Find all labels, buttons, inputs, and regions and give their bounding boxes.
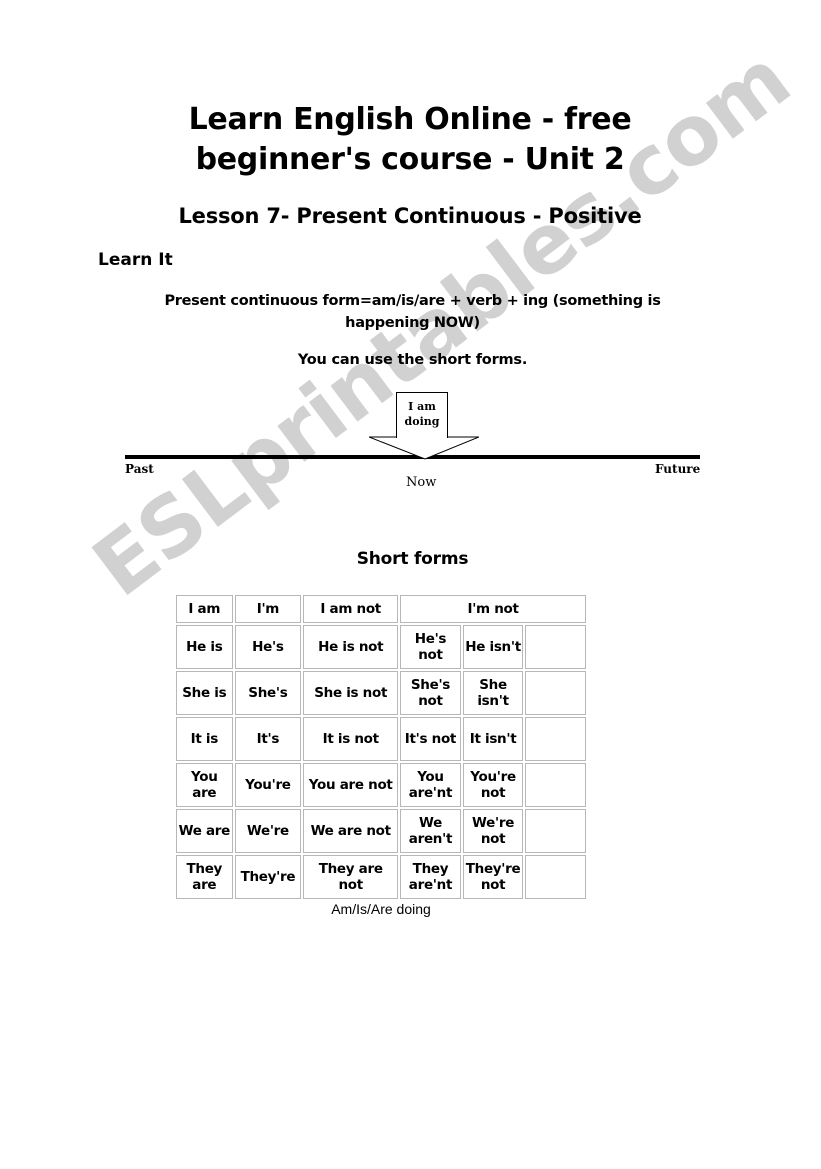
table-cell <box>525 717 586 761</box>
table-cell: We're not <box>462 809 524 853</box>
table-cell: You are <box>176 763 233 807</box>
page-title: Learn English Online - free beginner's c… <box>188 102 632 177</box>
table-cell: She's not <box>400 671 461 715</box>
table-cell: We are <box>176 809 233 853</box>
timeline-future-label: Future <box>655 462 701 476</box>
timeline-diagram: I am doing Past Future Now <box>0 380 821 490</box>
table-cell <box>525 855 586 899</box>
table-cell: It is not <box>303 717 399 761</box>
learn-it-heading: Learn It <box>98 250 173 270</box>
table-cell: They're not <box>462 855 524 899</box>
table-cell: She isn't <box>462 671 524 715</box>
table-cell: You're not <box>462 763 524 807</box>
table-cell <box>525 809 586 853</box>
table-cell: He is <box>176 625 233 669</box>
table-cell: It's not <box>400 717 461 761</box>
table-row: They are They're They are not They are'nt Th… <box>176 855 586 899</box>
table-cell: It's <box>234 717 302 761</box>
header-cell-im: I'm <box>234 595 302 623</box>
table-cell: They are not <box>303 855 399 899</box>
short-forms-note: You can use the short forms. <box>297 352 528 368</box>
short-forms-table: I am I'm I am not I'm not He is He's He is… <box>174 593 588 901</box>
table-caption: Am/Is/Are doing <box>331 901 431 917</box>
table-cell: We are not <box>303 809 399 853</box>
table-row: He is He's He is not He's not He isn't <box>176 625 586 669</box>
table-cell: She's <box>234 671 302 715</box>
header-cell-i-am-not: I am not <box>303 595 399 623</box>
table-cell <box>525 671 586 715</box>
table-cell: They are'nt <box>400 855 461 899</box>
table-cell: He isn't <box>462 625 524 669</box>
table-cell: You are'nt <box>400 763 461 807</box>
table-cell: She is <box>176 671 233 715</box>
table-cell: It is <box>176 717 233 761</box>
header-cell-im-not: I'm not <box>400 595 586 623</box>
timeline-past-label: Past <box>125 462 154 476</box>
table-cell <box>525 763 586 807</box>
header-cell-i-am: I am <box>176 595 233 623</box>
table-cell: He's <box>234 625 302 669</box>
table-row: She is She's She is not She's not She isn't <box>176 671 586 715</box>
timeline-now-label: Now <box>406 475 437 490</box>
worksheet-page: Learn English Online - free beginner's c… <box>0 0 821 1169</box>
table-cell: They are <box>176 855 233 899</box>
table-header-row: I am I'm I am not I'm not <box>176 595 586 623</box>
now-arrow-label-box: I am doing <box>396 392 448 438</box>
table-cell: They're <box>234 855 302 899</box>
table-row: We are We're We are not We aren't We're not <box>176 809 586 853</box>
table-cell: He's not <box>400 625 461 669</box>
table-row: It is It's It is not It's not It isn't <box>176 717 586 761</box>
short-forms-table-body: I am I'm I am not I'm not He is He's He is… <box>176 595 586 899</box>
table-cell: You're <box>234 763 302 807</box>
down-arrow-icon <box>369 436 479 460</box>
table-cell: He is not <box>303 625 399 669</box>
table-cell: She is not <box>303 671 399 715</box>
table-row: You are You're You are not You are'nt You're… <box>176 763 586 807</box>
present-continuous-formula: Present continuous form=am/is/are + verb… <box>164 293 661 331</box>
short-forms-heading: Short forms <box>356 549 469 569</box>
table-cell: We're <box>234 809 302 853</box>
table-cell: You are not <box>303 763 399 807</box>
arrow-box-line-1: I am <box>408 400 436 413</box>
arrow-box-line-2: doing <box>404 415 440 428</box>
table-cell: It isn't <box>462 717 524 761</box>
page-subtitle: Lesson 7- Present Continuous - Positive <box>178 204 642 228</box>
table-cell: We aren't <box>400 809 461 853</box>
table-cell <box>525 625 586 669</box>
